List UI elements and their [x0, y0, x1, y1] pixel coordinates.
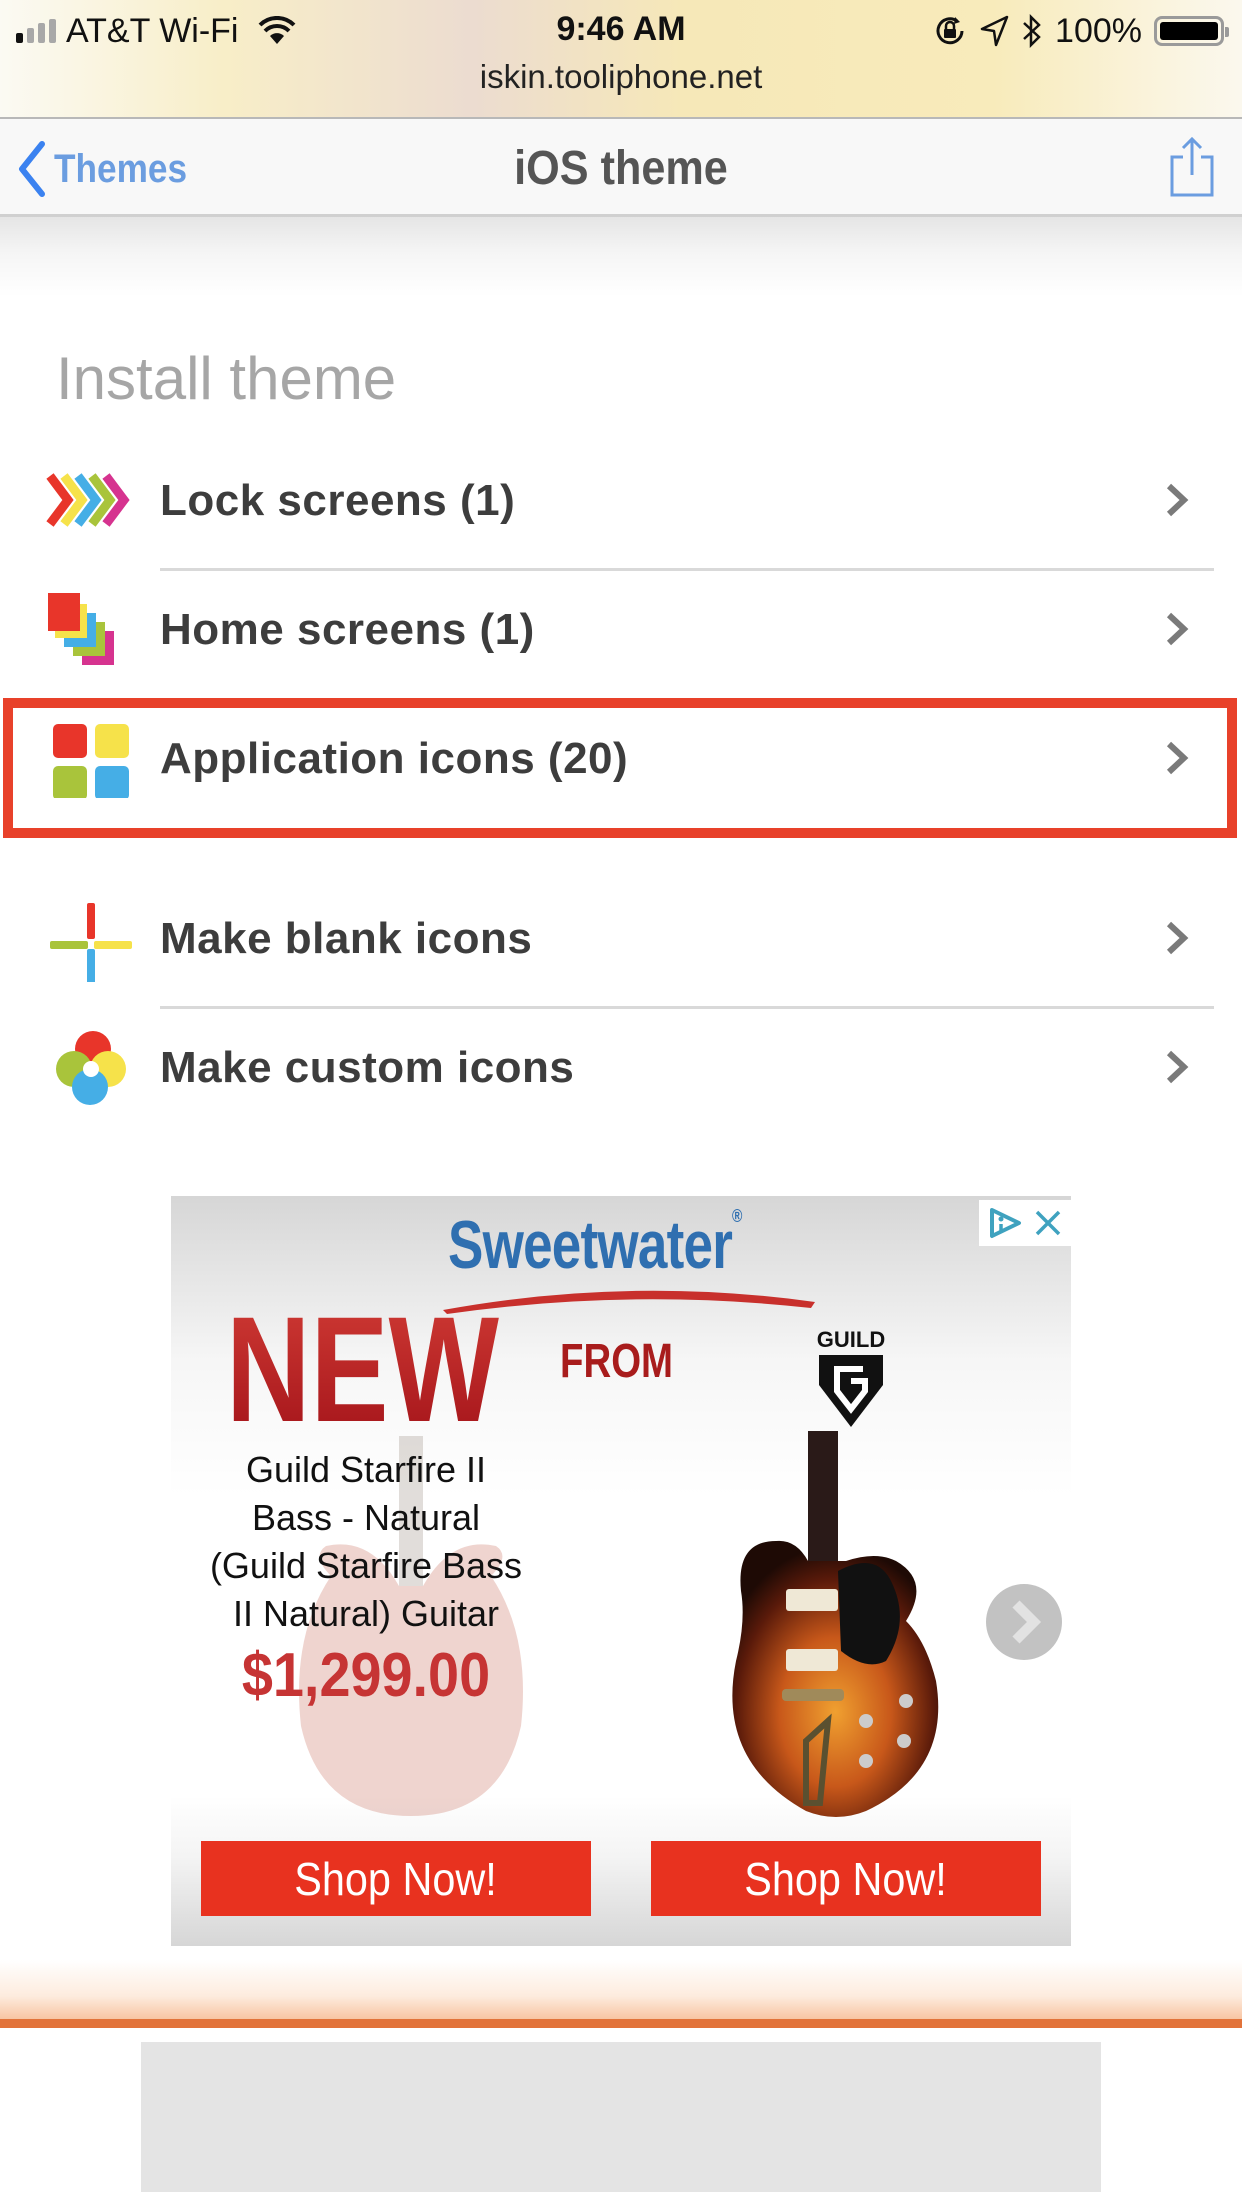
url-address[interactable]: iskin.tooliphone.net — [0, 58, 1242, 96]
chevron-left-icon — [19, 141, 45, 197]
home-screens-stacked-squares-icon — [48, 593, 114, 665]
list-item-make-blank-icons[interactable]: Make blank icons — [0, 874, 1242, 1002]
list-item-label: Make custom icons — [160, 1043, 575, 1092]
list-item-lock-screens[interactable]: Lock screens (1) — [0, 436, 1242, 564]
footer-glow — [0, 1960, 1242, 2020]
battery-percent: 100% — [1055, 11, 1142, 50]
shop-now-label: Shop Now! — [744, 1852, 948, 1905]
close-icon[interactable] — [1033, 1208, 1063, 1238]
custom-icons-petals-icon — [56, 1031, 126, 1105]
list-item-label: Home screens (1) — [160, 605, 535, 654]
chevron-right-icon — [1012, 1600, 1042, 1644]
list-item-make-custom-icons[interactable]: Make custom icons — [0, 1003, 1242, 1131]
guild-logo: GUILD — [817, 1327, 885, 1427]
adchoices-icon[interactable] — [987, 1206, 1025, 1240]
carousel-next-button[interactable] — [986, 1584, 1062, 1660]
list-item-application-icons[interactable]: Application icons (20) — [0, 694, 1242, 822]
brand-name: Sweetwater — [448, 1207, 733, 1283]
footer-ad-placeholder — [141, 2042, 1101, 2192]
shop-now-label: Shop Now! — [294, 1852, 498, 1905]
advertisement-banner[interactable]: Sweetwater® NEW FROM GUILD Guild Starfir… — [171, 1196, 1071, 1946]
chevron-right-icon — [1166, 483, 1189, 517]
maker-logo-text: GUILD — [817, 1327, 885, 1352]
section-title: Install theme — [56, 345, 397, 412]
chevron-right-icon — [1166, 612, 1189, 646]
chevron-right-icon — [1166, 921, 1189, 955]
shop-now-button-2[interactable]: Shop Now! — [651, 1841, 1041, 1916]
headline-new: NEW — [226, 1285, 499, 1453]
app-icons-grid-icon — [53, 724, 129, 798]
guitar-image — [732, 1431, 939, 1817]
footer-divider — [0, 2019, 1242, 2028]
orientation-lock-icon — [936, 17, 964, 45]
headline-from: FROM — [560, 1335, 674, 1388]
chevron-right-icon — [1166, 1050, 1189, 1084]
share-icon[interactable] — [1166, 135, 1218, 199]
status-right: 100% — [933, 10, 1229, 52]
list-item-label: Lock screens (1) — [160, 476, 516, 525]
lock-screens-chevrons-icon — [46, 473, 130, 527]
nav-shadow — [0, 217, 1242, 297]
ad-controls — [979, 1200, 1071, 1246]
bluetooth-icon — [1023, 13, 1041, 49]
battery-icon — [1154, 16, 1229, 46]
status-bar: AT&T Wi-Fi 9:46 AM iskin.tooliphone.net … — [0, 0, 1242, 119]
navigation-bar: Themes iOS theme — [0, 119, 1242, 217]
list-item-home-screens[interactable]: Home screens (1) — [0, 565, 1242, 693]
shop-now-button-1[interactable]: Shop Now! — [201, 1841, 591, 1916]
list-item-label: Make blank icons — [160, 914, 533, 963]
chevron-right-icon — [1166, 741, 1189, 775]
list-item-label: Application icons (20) — [160, 734, 629, 783]
location-icon — [980, 15, 1009, 47]
blank-icons-cross-icon — [50, 903, 132, 982]
page-title: iOS theme — [514, 142, 728, 195]
product-price: $1,299.00 — [241, 1641, 491, 1710]
product-name: Guild Starfire II Bass - Natural (Guild … — [209, 1449, 523, 1634]
brand-logo: Sweetwater® — [448, 1206, 742, 1283]
